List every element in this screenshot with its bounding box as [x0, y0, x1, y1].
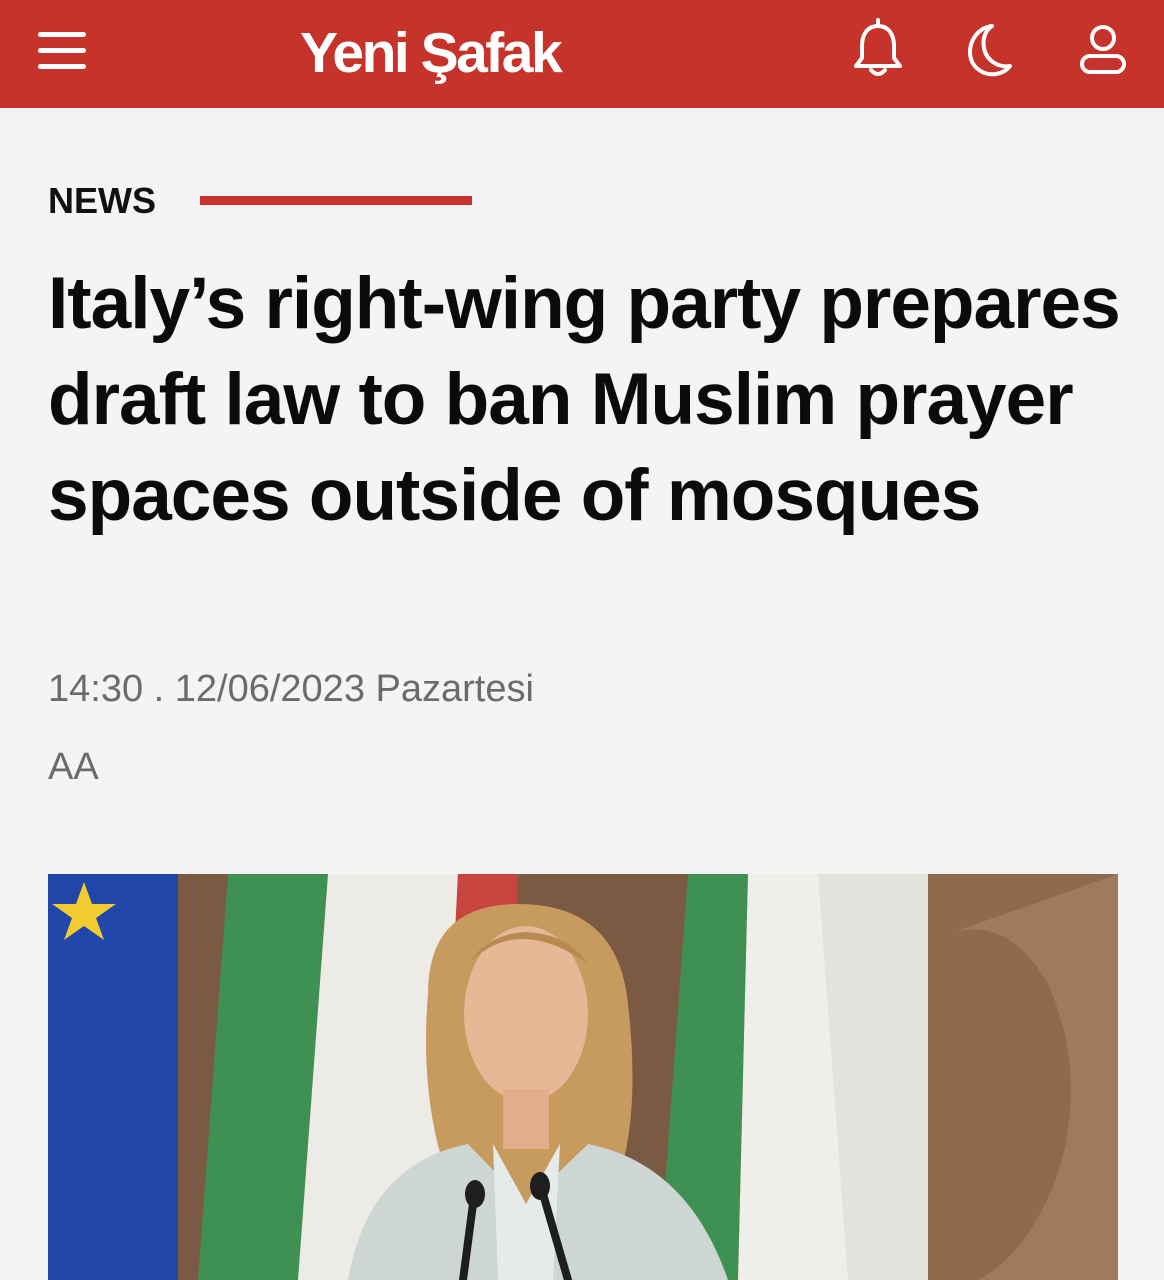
menu-icon[interactable]: [36, 26, 90, 76]
site-logo[interactable]: Yeni Şafak: [300, 18, 640, 88]
bell-icon[interactable]: [850, 18, 906, 80]
category-label[interactable]: NEWS: [48, 178, 156, 224]
user-icon[interactable]: [1074, 20, 1132, 80]
article-source: AA: [48, 746, 99, 788]
moon-icon[interactable]: [962, 20, 1018, 80]
category-row: NEWS: [48, 178, 648, 224]
top-navigation-bar: Yeni Şafak: [0, 0, 1164, 108]
category-divider: [200, 196, 472, 205]
article-lead-photo: [48, 874, 1118, 1280]
article-datetime: 14:30 . 12/06/2023 Pazartesi: [48, 668, 534, 710]
article-headline: Italy’s right-wing party prepares draft …: [48, 263, 1121, 536]
